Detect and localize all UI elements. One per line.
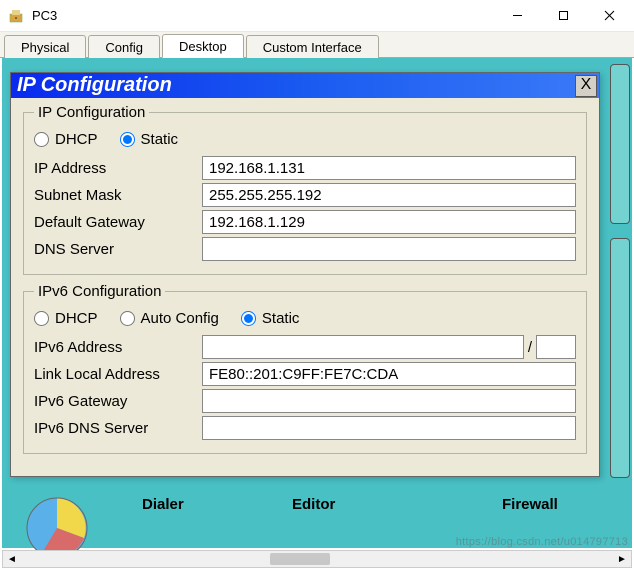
maximize-button[interactable]: [540, 1, 586, 31]
tab-physical[interactable]: Physical: [4, 35, 86, 58]
ipv6-auto-option[interactable]: Auto Config: [120, 310, 219, 327]
horizontal-scrollbar[interactable]: ◄ ►: [2, 550, 632, 568]
desktop-icon-editor-label[interactable]: Editor: [292, 496, 335, 513]
desktop-icon-firewall-label[interactable]: Firewall: [502, 496, 558, 513]
dns-server-input[interactable]: [202, 237, 576, 261]
ipv4-dhcp-radio[interactable]: [34, 132, 49, 147]
ipv6-legend: IPv6 Configuration: [34, 283, 165, 300]
ipv4-static-option[interactable]: Static: [120, 131, 179, 148]
scroll-thumb[interactable]: [270, 553, 330, 565]
tab-custom-interface[interactable]: Custom Interface: [246, 35, 379, 58]
ipv6-dhcp-option[interactable]: DHCP: [34, 310, 98, 327]
dialog-title: IP Configuration: [17, 74, 172, 97]
ip-address-label: IP Address: [34, 160, 202, 177]
bg-panel: [610, 238, 630, 478]
desktop-icon-dialer-label[interactable]: Dialer: [142, 496, 184, 513]
dialog-close-button[interactable]: X: [575, 75, 597, 97]
ipv4-static-radio[interactable]: [120, 132, 135, 147]
ipv6-mode-row: DHCP Auto Config Static: [34, 310, 576, 327]
desktop-area: Dialer Editor Firewall IP Configuration …: [2, 58, 632, 548]
app-icon: [8, 8, 24, 24]
default-gateway-label: Default Gateway: [34, 214, 202, 231]
subnet-mask-label: Subnet Mask: [34, 187, 202, 204]
dialog-body: IP Configuration DHCP Static IP Address: [11, 98, 599, 476]
ipv6-static-radio[interactable]: [241, 311, 256, 326]
ipv6-gateway-input[interactable]: [202, 389, 576, 413]
close-button[interactable]: [586, 1, 632, 31]
ipv4-legend: IP Configuration: [34, 104, 149, 121]
ipv6-auto-radio[interactable]: [120, 311, 135, 326]
minimize-button[interactable]: [494, 1, 540, 31]
dialog-titlebar[interactable]: IP Configuration X: [11, 73, 599, 98]
scroll-right-button[interactable]: ►: [613, 551, 631, 567]
ipv6-group: IPv6 Configuration DHCP Auto Config Stat…: [23, 283, 587, 454]
ipv4-dhcp-option[interactable]: DHCP: [34, 131, 98, 148]
ipv6-dns-input[interactable]: [202, 416, 576, 440]
prefix-slash: /: [528, 339, 532, 356]
tab-config[interactable]: Config: [88, 35, 160, 58]
window-title: PC3: [32, 8, 57, 23]
link-local-label: Link Local Address: [34, 366, 202, 383]
subnet-mask-input[interactable]: [202, 183, 576, 207]
ipv6-address-input[interactable]: [202, 335, 524, 359]
bg-panel: [610, 64, 630, 224]
scroll-left-button[interactable]: ◄: [3, 551, 21, 567]
ip-address-input[interactable]: [202, 156, 576, 180]
ip-config-dialog: IP Configuration X IP Configuration DHCP…: [10, 72, 600, 477]
watermark: https://blog.csdn.net/u014797713: [456, 536, 628, 548]
ipv6-gateway-label: IPv6 Gateway: [34, 393, 202, 410]
ipv6-prefix-input[interactable]: [536, 335, 576, 359]
ipv6-static-option[interactable]: Static: [241, 310, 300, 327]
default-gateway-input[interactable]: [202, 210, 576, 234]
dns-server-label: DNS Server: [34, 241, 202, 258]
os-titlebar: PC3: [0, 0, 634, 32]
link-local-input[interactable]: [202, 362, 576, 386]
tab-bar: Physical Config Desktop Custom Interface: [0, 32, 634, 58]
ipv4-group: IP Configuration DHCP Static IP Address: [23, 104, 587, 275]
ipv4-mode-row: DHCP Static: [34, 131, 576, 148]
scroll-track[interactable]: [21, 551, 613, 567]
ipv6-dns-label: IPv6 DNS Server: [34, 420, 202, 437]
ipv6-address-label: IPv6 Address: [34, 339, 202, 356]
ipv6-dhcp-radio[interactable]: [34, 311, 49, 326]
tab-desktop[interactable]: Desktop: [162, 34, 244, 58]
